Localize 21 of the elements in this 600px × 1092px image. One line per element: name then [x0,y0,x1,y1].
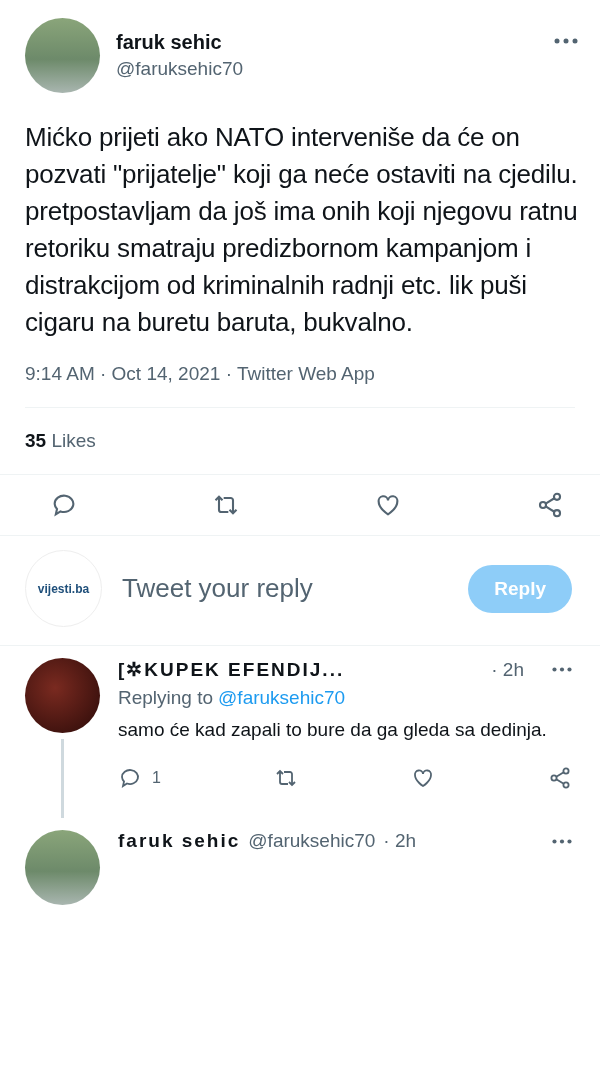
reply-time: · 2h [491,658,524,681]
share-icon[interactable] [548,766,572,790]
reply-count: 1 [152,769,161,787]
author-name: faruk sehic [116,31,223,54]
reply-author-name: [✲KUPEK EFENDIJ... [118,658,345,681]
reply-author-name: faruk sehic [118,830,241,852]
reply-icon[interactable] [118,766,142,790]
more-options-icon[interactable] [552,838,572,844]
mention-link[interactable]: @faruksehic70 [218,687,346,708]
reply-author-handle: @faruksehic70 [248,830,376,852]
logo-text: vijesti.ba [37,581,90,596]
tweet-timestamp: 9:14 AM · Oct 14, 2021 · Twitter Web App [25,363,575,408]
share-icon[interactable] [536,491,564,519]
replying-to-label: Replying to [118,687,214,708]
more-options-icon[interactable] [554,38,578,44]
reply-text: samo će kad zapali to bure da ga gleda sa dedinja. [118,718,548,742]
author-handle: @faruksehic70 [116,58,245,80]
reply-time: · 2h [383,830,417,852]
tweet-text: Mićko prijeti ako NATO interveniše da će on pozvati "prijatelje" koji ga neće ostaviti na cjedilu. pretpostavljam da još ima onih koji njegovu ratnu retoriku smatraju predizbornom kampanjom i distrakcijom od kriminalnih radnji etc. lik puši cigaru na buretu baruta, bukvalno. [25,121,578,339]
likes-count[interactable]: 35 Likes [25,430,96,451]
more-options-icon[interactable] [552,667,572,672]
